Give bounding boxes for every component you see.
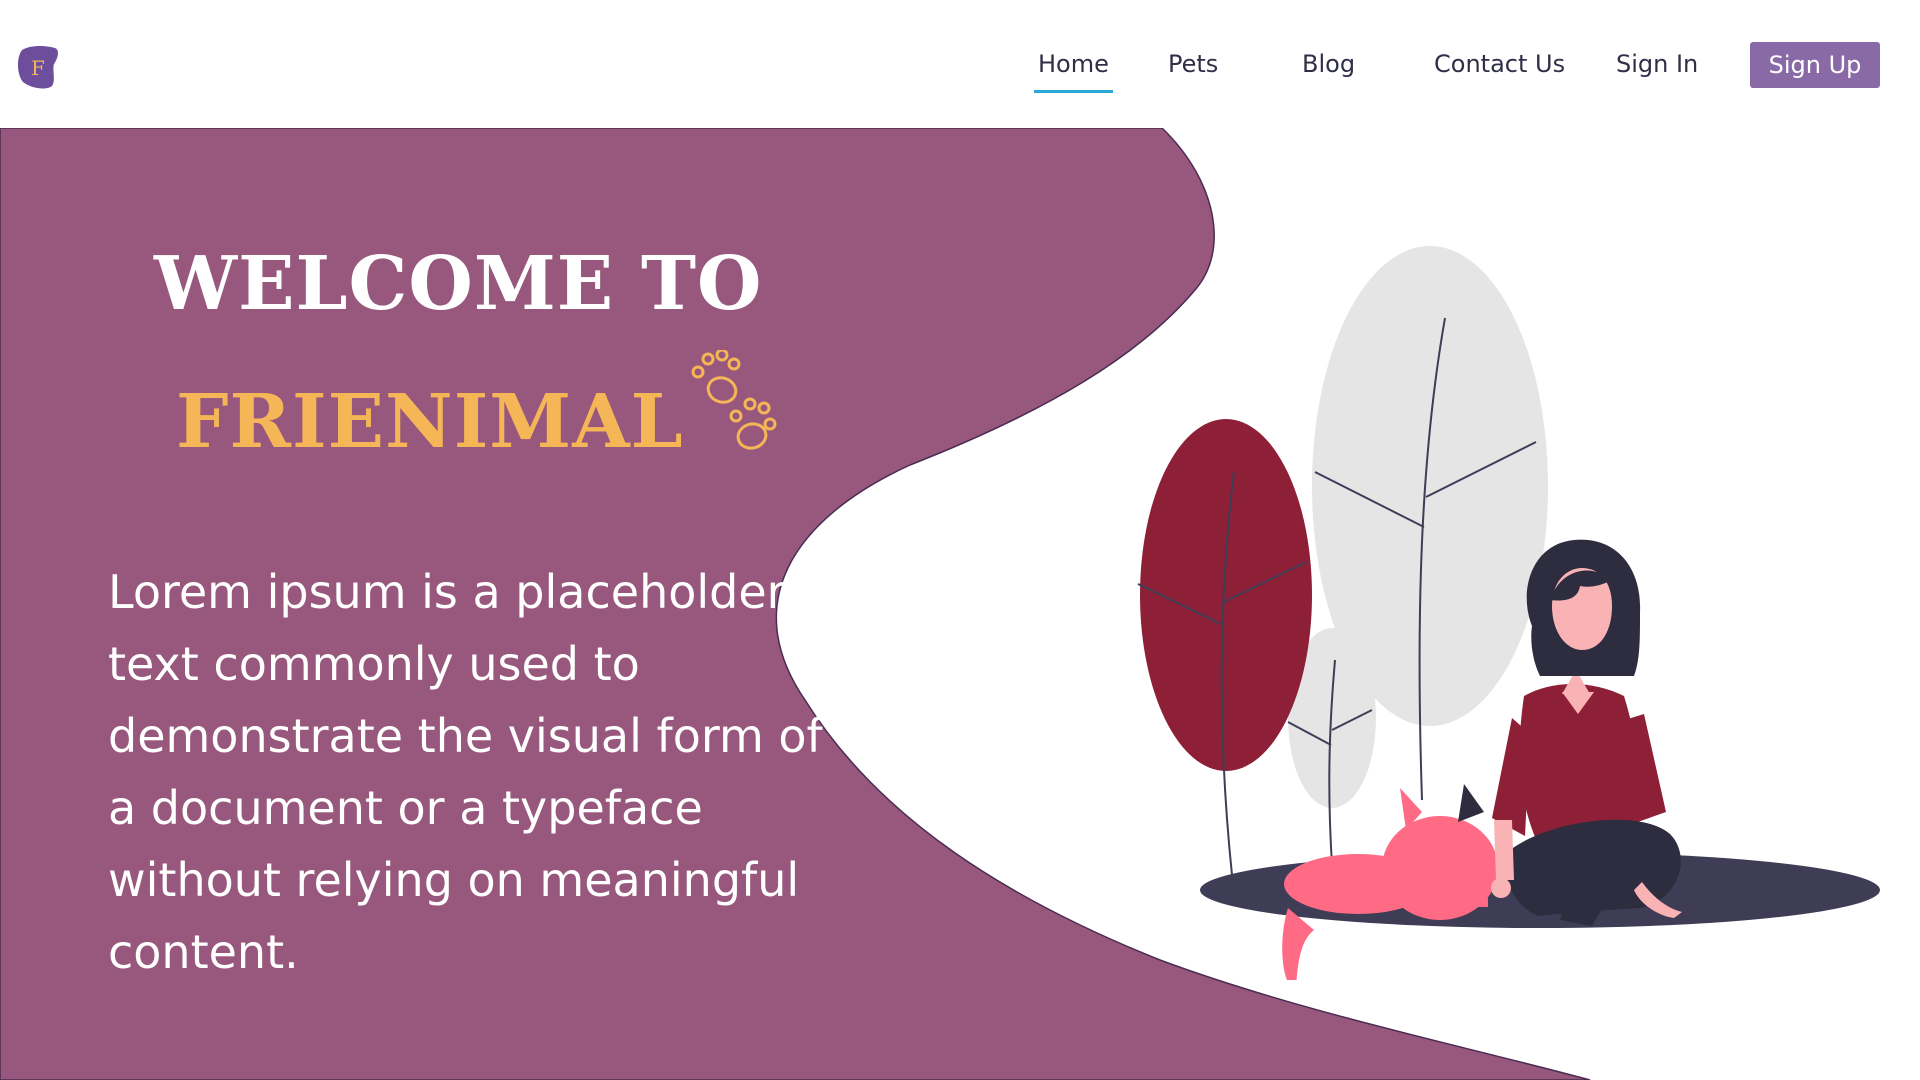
- nav-blog-link[interactable]: Blog: [1302, 46, 1355, 82]
- hero-title-brand: FRIENIMAL: [176, 379, 684, 465]
- logo-icon[interactable]: F: [16, 44, 62, 90]
- nav-contact-link[interactable]: Contact Us: [1434, 46, 1565, 82]
- nav-home-link[interactable]: Home: [1034, 46, 1113, 93]
- hero-description: Lorem ipsum is a placeholder text common…: [108, 565, 823, 979]
- signup-button[interactable]: Sign Up: [1750, 42, 1880, 88]
- top-navbar: F Home Pets Blog Contact Us Sign In Sign…: [0, 0, 1920, 128]
- svg-text:F: F: [31, 56, 45, 80]
- nav-pets-link[interactable]: Pets: [1168, 46, 1218, 82]
- hero-title-welcome: WELCOME TO: [154, 241, 763, 327]
- paw-prints-icon: [691, 350, 777, 450]
- nav-signin-link[interactable]: Sign In: [1616, 46, 1698, 82]
- woman-with-cat-illustration: [1137, 246, 1880, 980]
